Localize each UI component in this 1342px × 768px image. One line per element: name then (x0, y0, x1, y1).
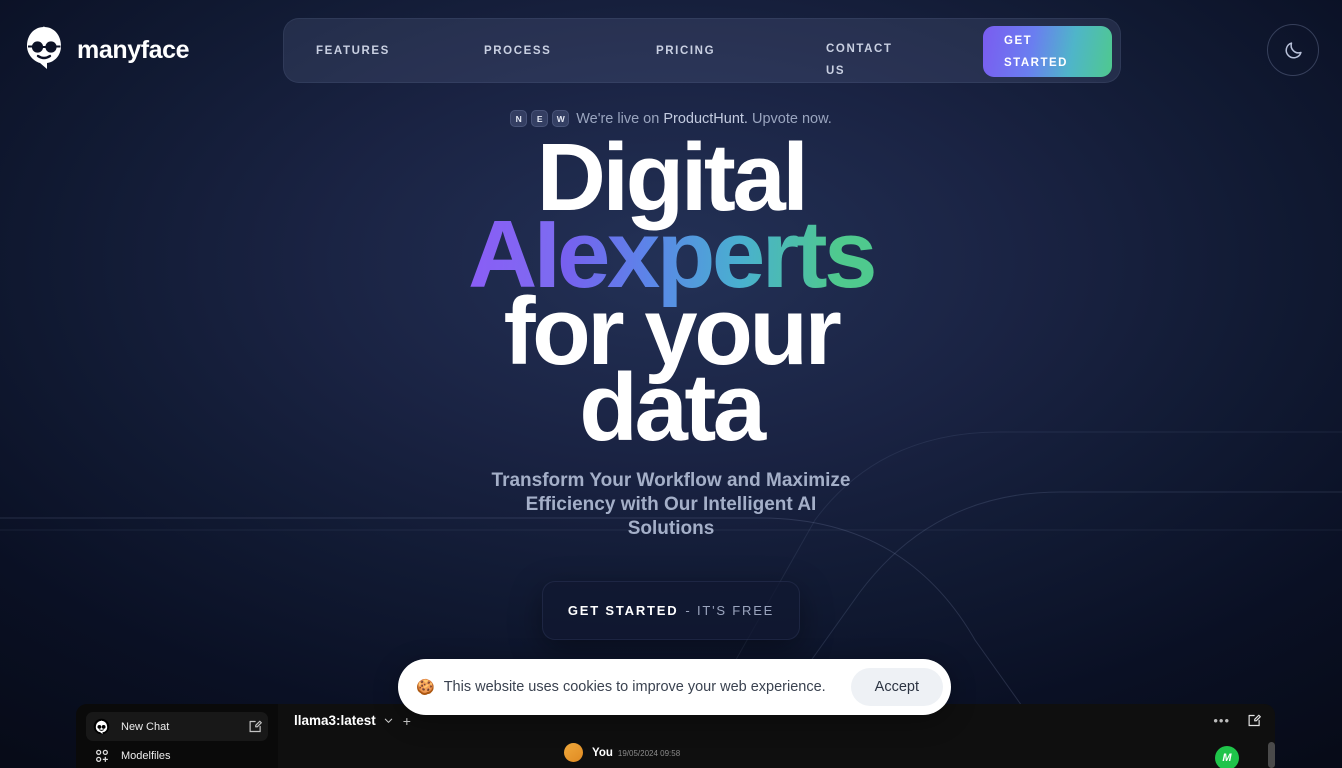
primary-navigation: FEATURES PROCESS PRICING CONTACT US GET … (283, 18, 1121, 83)
hero-get-started-button[interactable]: GET STARTED - IT'S FREE (542, 581, 800, 640)
chevron-down-icon[interactable] (383, 715, 394, 726)
message-author: You (592, 747, 613, 759)
theme-toggle-button[interactable] (1267, 24, 1319, 76)
sidebar-item-modelfiles[interactable]: Modelfiles (86, 741, 268, 768)
hero-subtitle: Transform Your Workflow and Maximize Eff… (491, 470, 851, 540)
chat-scrollbar[interactable] (1268, 742, 1275, 768)
message-timestamp: 19/05/2024 09:58 (617, 749, 681, 758)
nav-item-features[interactable]: FEATURES (316, 19, 390, 82)
compose-icon[interactable] (1246, 713, 1261, 728)
model-selector-label[interactable]: llama3:latest (294, 713, 376, 728)
manyface-face-logo-icon (27, 26, 61, 69)
chat-message-meta: You 19/05/2024 09:58 (592, 743, 680, 761)
chat-sidebar: New Chat Modelfiles (76, 704, 278, 768)
chat-message-row: You 19/05/2024 09:58 (278, 737, 1275, 762)
nav-item-contact-us[interactable]: CONTACT US (826, 19, 893, 82)
site-header: manyface FEATURES PROCESS PRICING CONTAC… (0, 0, 1342, 100)
hero-cta-light: - IT'S FREE (685, 603, 775, 618)
more-options-icon[interactable]: ••• (1213, 713, 1230, 728)
nav-item-process[interactable]: PROCESS (484, 19, 551, 82)
nav-item-pricing[interactable]: PRICING (656, 19, 715, 82)
modelfiles-label: Modelfiles (121, 749, 171, 762)
cookie-icon: 🍪 (416, 679, 435, 696)
moon-icon (1285, 41, 1302, 58)
assistant-avatar: M (1215, 746, 1239, 768)
compose-icon[interactable] (247, 719, 262, 734)
plus-icon[interactable]: + (403, 713, 411, 729)
chat-toolbar-actions: ••• (1213, 713, 1261, 728)
cookie-accept-button[interactable]: Accept (850, 668, 943, 706)
hero-section: Digital AIexperts for your data Transfor… (0, 130, 1342, 640)
page-title: Digital AIexperts for your data (436, 130, 906, 456)
cookie-consent-banner: 🍪 This website uses cookies to improve y… (398, 659, 951, 715)
modelfiles-icon (92, 746, 111, 765)
brand-name: manyface (77, 35, 190, 64)
new-chat-label: New Chat (121, 720, 170, 733)
brand-logo[interactable]: manyface (22, 24, 190, 76)
hero-cta-strong: GET STARTED (567, 603, 679, 618)
get-started-button[interactable]: GET STARTED (983, 26, 1112, 77)
cookie-consent-text: This website uses cookies to improve you… (443, 679, 826, 695)
ollama-face-icon (92, 717, 111, 736)
new-badge-letter-n: N (510, 110, 528, 127)
user-avatar (564, 743, 583, 762)
sidebar-item-new-chat[interactable]: New Chat (86, 712, 268, 741)
